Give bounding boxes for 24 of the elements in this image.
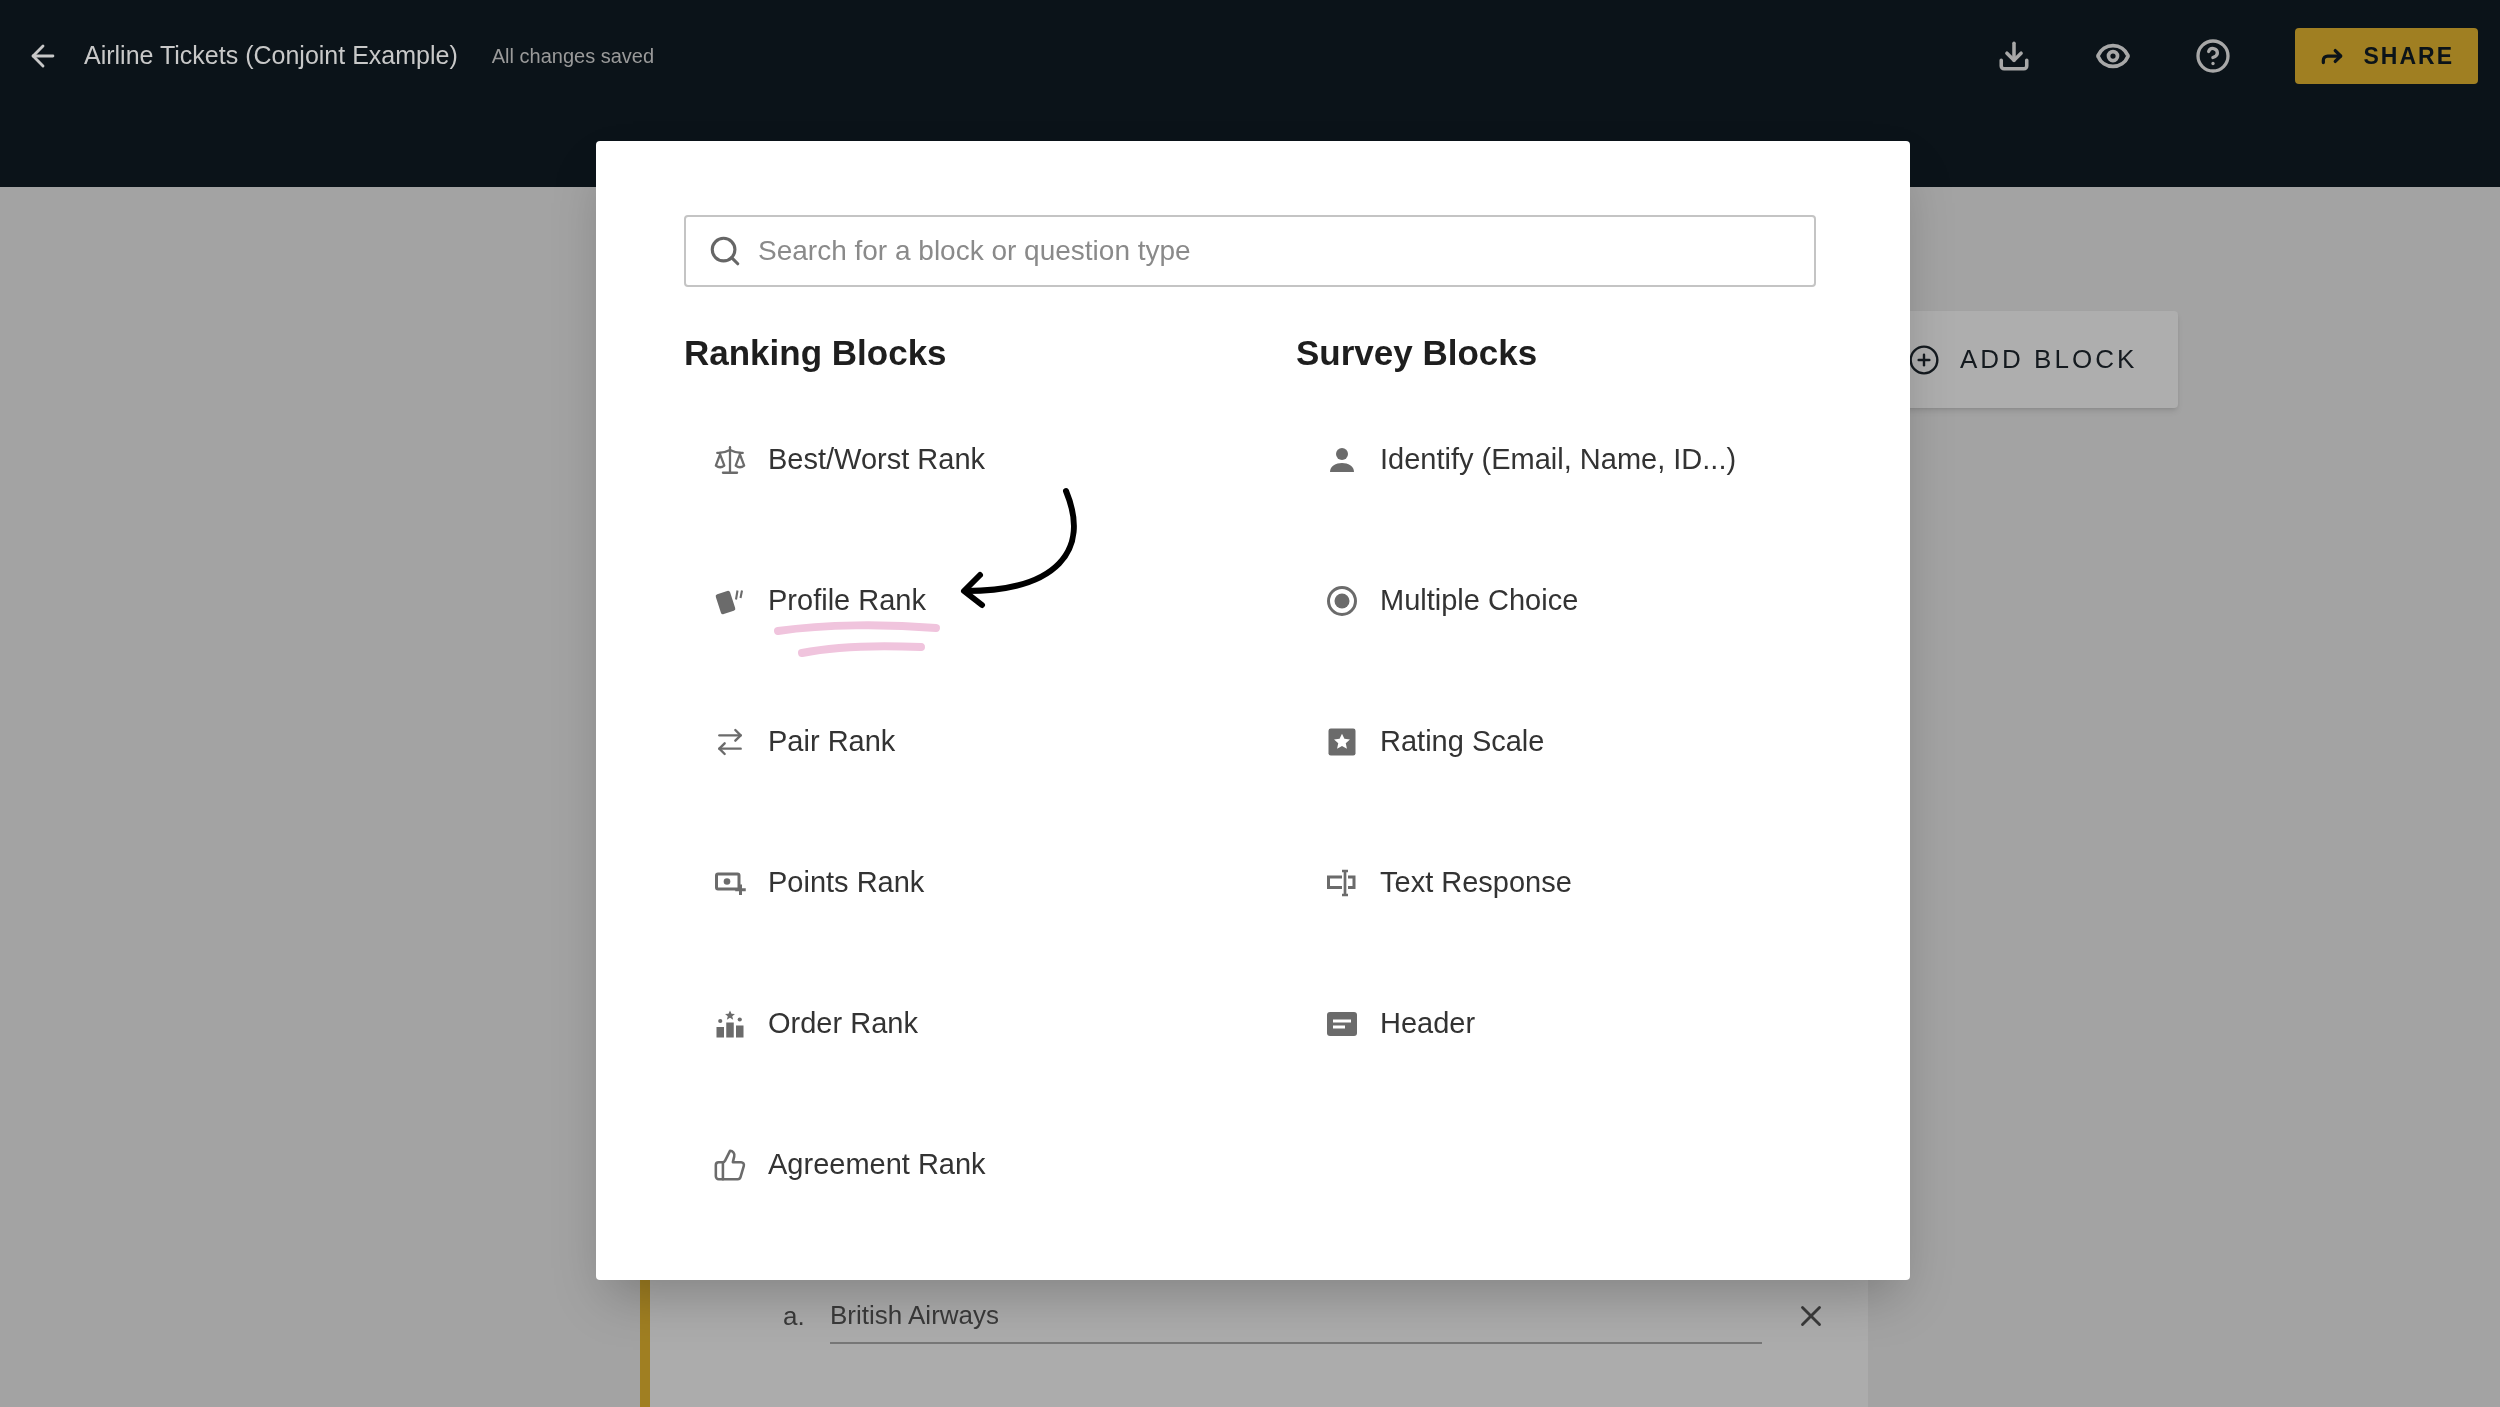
block-type-item[interactable]: Order Rank	[684, 953, 1244, 1094]
thumbs-up-icon	[713, 1147, 747, 1182]
search-field[interactable]: Search for a block or question type	[684, 215, 1816, 287]
block-type-item[interactable]: Points Rank	[684, 812, 1244, 953]
block-type-item[interactable]: Rating Scale	[1296, 671, 1856, 812]
section-heading: Survey Blocks	[1296, 332, 1539, 371]
share-button[interactable]: SHARE	[2295, 28, 2478, 84]
block-type-item[interactable]: Header	[1296, 953, 1856, 1094]
search-icon	[708, 234, 742, 268]
block-type-item[interactable]: Pair Rank	[684, 671, 1244, 812]
block-type-item[interactable]: Multiple Choice	[1296, 530, 1856, 671]
choice-input[interactable]: British Airways	[830, 1288, 1762, 1344]
block-type-item[interactable]: Profile Rank	[684, 530, 1244, 671]
block-type-item[interactable]: Text Response	[1296, 812, 1856, 953]
survey-title: Airline Tickets (Conjoint Example)	[84, 40, 458, 72]
section-heading: Ranking Blocks	[684, 332, 948, 371]
block-type-item[interactable]: Identify (Email, Name, ID...)	[1296, 389, 1856, 530]
help-icon	[2195, 38, 2232, 74]
save-status: All changes saved	[491, 44, 655, 69]
plus-circle-icon	[1908, 343, 1940, 376]
block-type-item[interactable]: Agreement Rank	[684, 1094, 1244, 1235]
download-icon	[1997, 39, 2032, 73]
choice-marker: a.	[783, 1299, 806, 1333]
block-type-item[interactable]: Best/Worst Rank	[684, 389, 1244, 530]
